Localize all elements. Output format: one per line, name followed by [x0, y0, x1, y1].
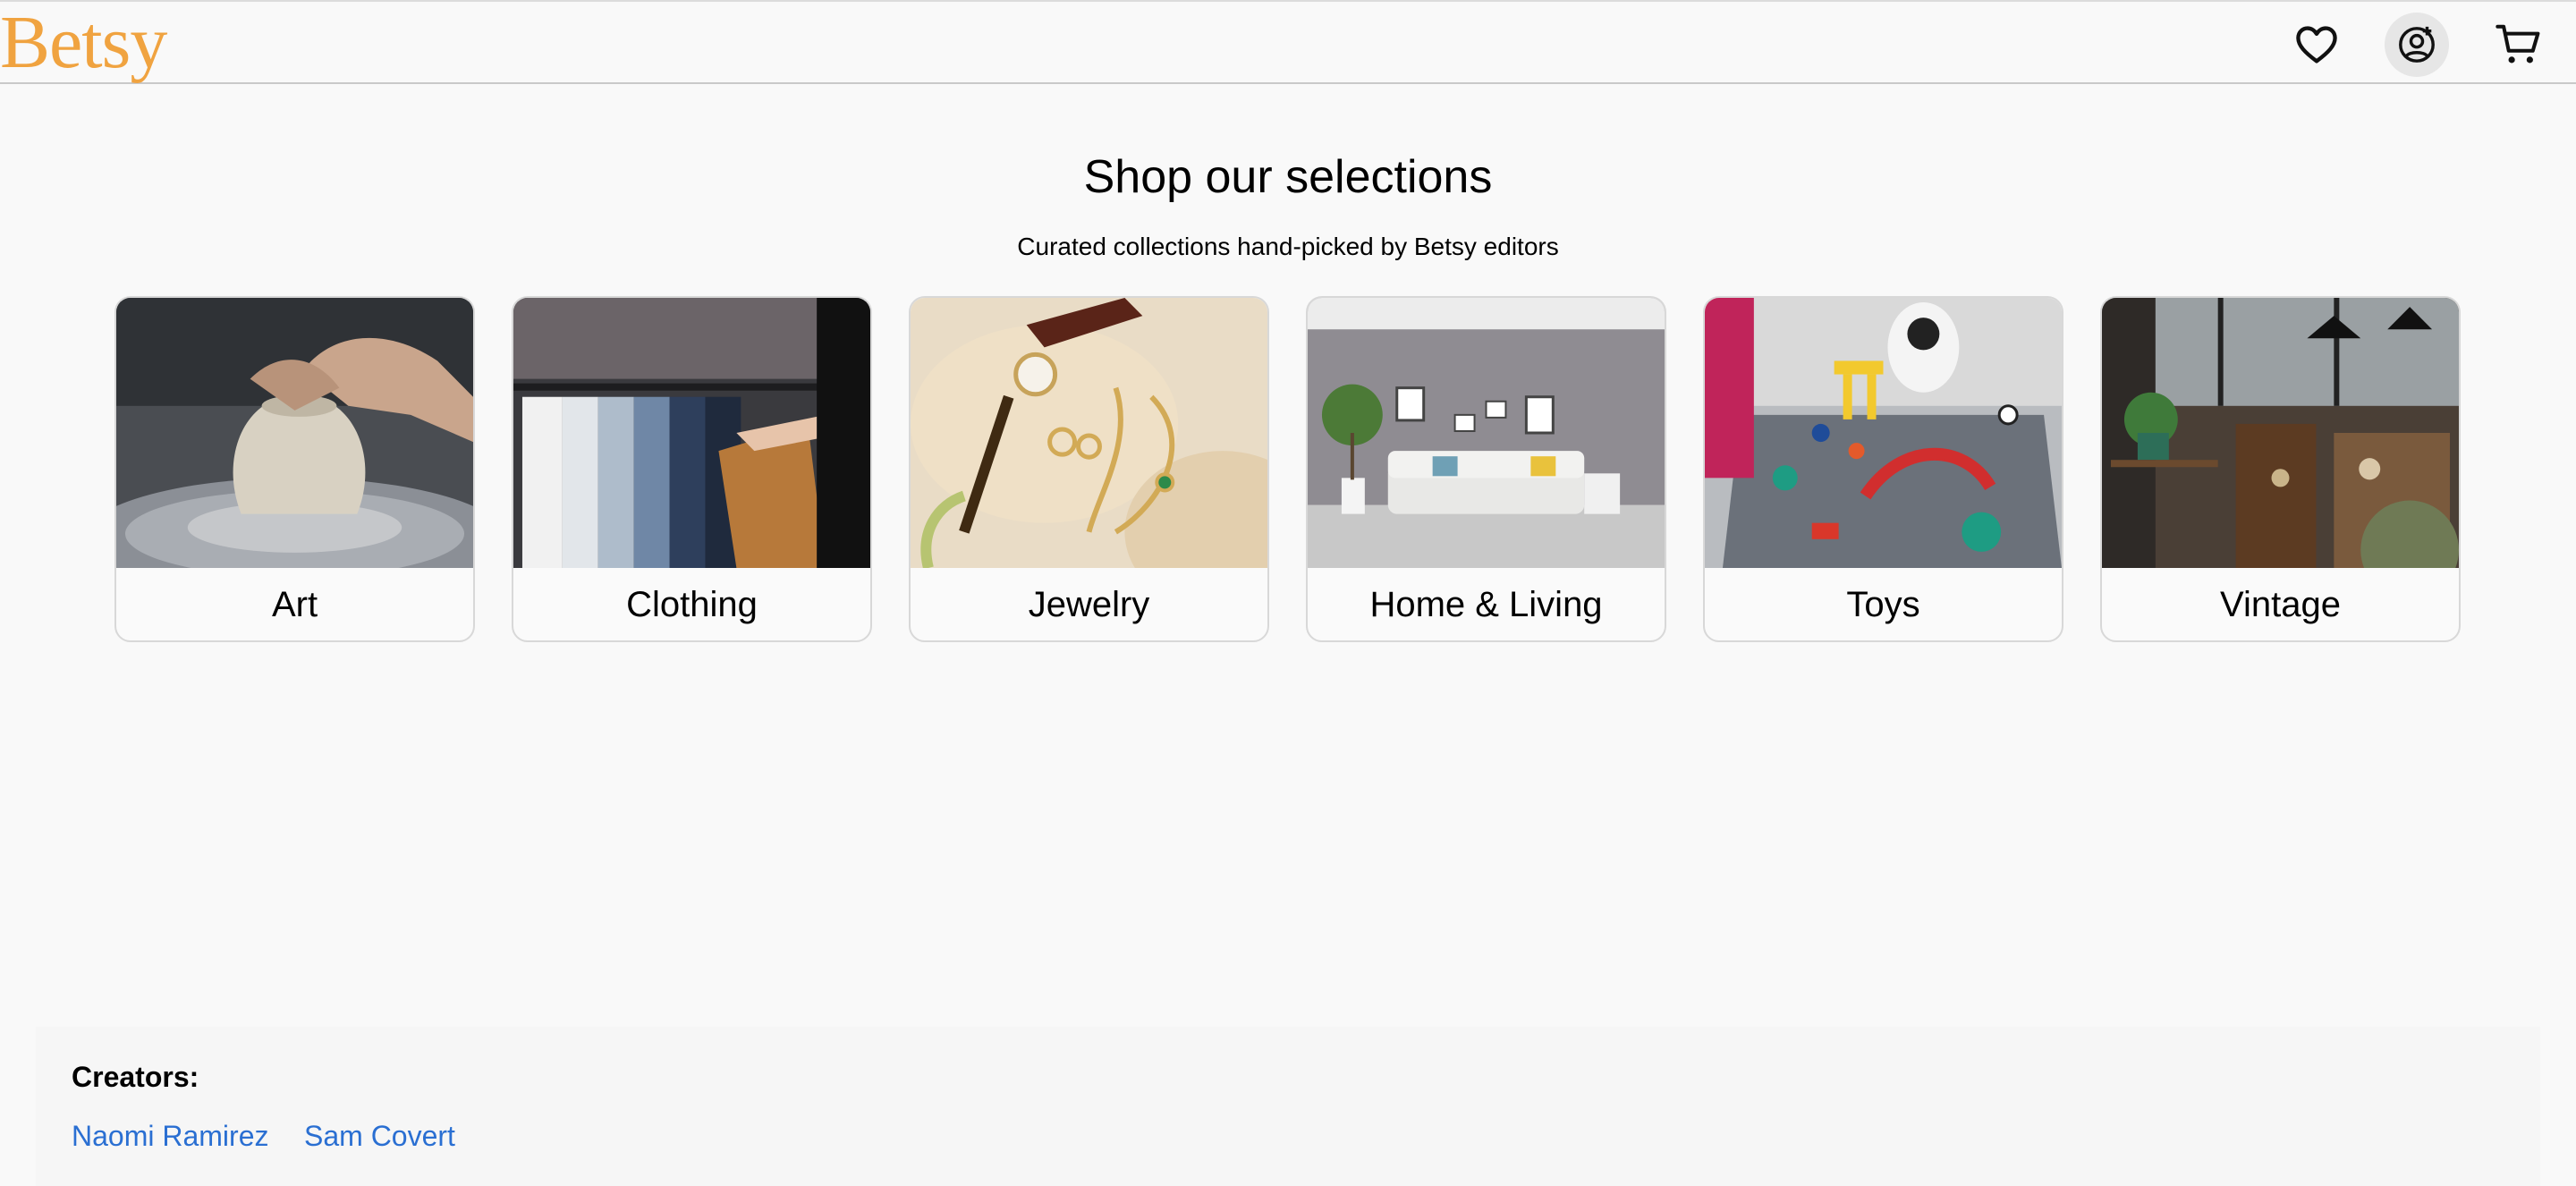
cart-icon: [2496, 24, 2540, 64]
category-card-jewelry[interactable]: Jewelry: [909, 296, 1269, 642]
cart-button[interactable]: [2487, 13, 2551, 77]
category-image-toys: [1705, 298, 2062, 568]
category-card-home-living[interactable]: Home & Living: [1306, 296, 1666, 642]
creator-link-sam-covert[interactable]: Sam Covert: [304, 1120, 455, 1153]
category-card-vintage[interactable]: Vintage: [2100, 296, 2461, 642]
account-button[interactable]: [2385, 13, 2449, 77]
footer-creators: Creators: Naomi Ramirez Sam Covert: [36, 1027, 2540, 1186]
category-image-home-living: [1308, 298, 1665, 568]
page-subtitle: Curated collections hand-picked by Betsy…: [1017, 233, 1559, 260]
favorites-button[interactable]: [2284, 13, 2349, 77]
category-image-vintage: [2102, 298, 2459, 568]
category-label: Vintage: [2220, 585, 2341, 624]
category-card-clothing[interactable]: Clothing: [512, 296, 872, 642]
category-label: Clothing: [626, 585, 758, 624]
category-label: Home & Living: [1369, 585, 1603, 624]
category-card-toys[interactable]: Toys: [1703, 296, 2063, 642]
category-label: Jewelry: [1028, 585, 1150, 624]
category-image-art: [116, 298, 473, 568]
category-label: Toys: [1846, 585, 1920, 624]
category-card-art[interactable]: Art: [114, 296, 475, 642]
creator-link-naomi-ramirez[interactable]: Naomi Ramirez: [72, 1120, 268, 1153]
betsy-logo[interactable]: Betsy: [0, 5, 167, 80]
user-icon: [2399, 26, 2435, 63]
category-label: Art: [271, 585, 318, 624]
creators-heading: Creators:: [72, 1061, 199, 1093]
heart-icon: [2296, 26, 2337, 64]
category-image-jewelry: [911, 298, 1267, 568]
category-image-clothing: [513, 298, 870, 568]
top-nav-bar: Betsy: [0, 0, 2576, 84]
page-title: Shop our selections: [1083, 151, 1493, 203]
